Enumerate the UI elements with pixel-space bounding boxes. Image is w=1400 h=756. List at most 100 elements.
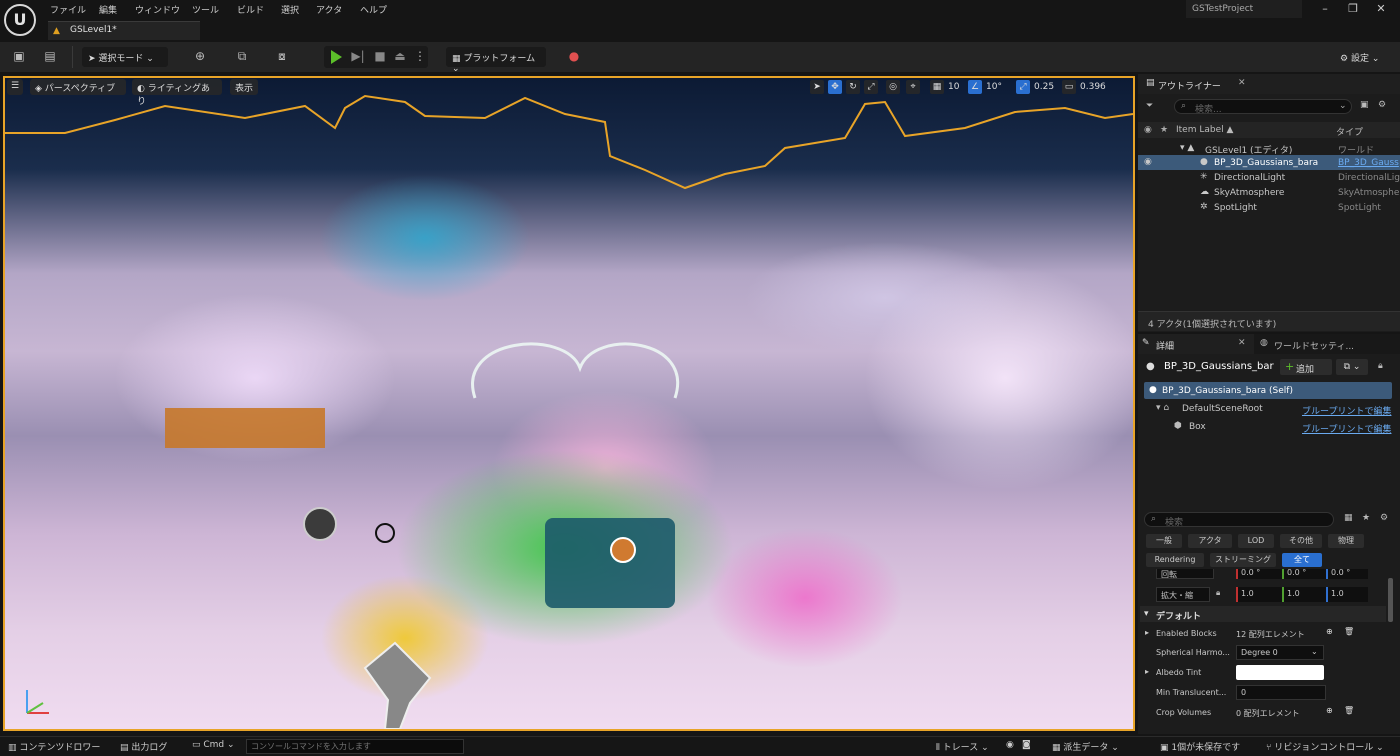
outliner-row-level[interactable]: ▾ ▲ GSLevel1 (エディタ) ワールド <box>1138 140 1400 156</box>
derived-data-dropdown[interactable]: ▦ 派生データ ⌄ <box>1052 740 1119 754</box>
skip-icon[interactable]: ▶| <box>348 49 368 65</box>
details-scrollbar[interactable] <box>1388 578 1393 622</box>
eject-icon[interactable]: ⏏ <box>390 49 410 65</box>
rotation-x[interactable]: 0.0 ° <box>1236 569 1282 579</box>
details-search-box[interactable]: ⌕ 検索 <box>1144 512 1334 528</box>
outliner-row[interactable]: ✳ DirectionalLight DirectionalLig <box>1138 170 1400 185</box>
scale-z[interactable]: 1.0 <box>1326 587 1368 602</box>
select-mode-dropdown[interactable]: ➤ 選択モード ⌄ <box>82 47 168 67</box>
outliner-close-icon[interactable]: ✕ <box>1238 78 1246 88</box>
minimize-icon[interactable]: – <box>1310 2 1340 18</box>
level-tab[interactable]: ▲ GSLevel1* <box>48 21 200 40</box>
filter-all[interactable]: 全て <box>1282 553 1322 567</box>
content-browser-icon[interactable]: ▤ <box>40 49 60 65</box>
add-actor-icon[interactable]: ⊕ <box>190 49 210 65</box>
menu-edit[interactable]: 編集 <box>99 3 117 16</box>
maximize-icon[interactable]: ❐ <box>1338 2 1368 18</box>
details-settings-icon[interactable]: ⚙ <box>1380 513 1388 523</box>
rotation-snap-icon[interactable]: ∠ <box>968 80 982 94</box>
expand-arrow-icon[interactable]: ▸ <box>1145 667 1149 676</box>
expand-arrow-icon[interactable]: ▸ <box>1145 628 1149 637</box>
move-tool-icon[interactable]: ✥ <box>828 80 842 94</box>
settings-button[interactable]: ⚙ 設定 ⌄ <box>1334 47 1394 67</box>
record-toggle-icon[interactable]: ● <box>564 49 584 65</box>
rotation-y[interactable]: 0.0 ° <box>1282 569 1326 579</box>
play-options-icon[interactable]: ⋮ <box>410 49 430 65</box>
visibility-header-icon[interactable]: ◉ <box>1144 125 1152 135</box>
details-tab[interactable]: 詳細 <box>1156 339 1174 352</box>
type-column[interactable]: タイプ <box>1336 125 1363 138</box>
surface-snap-icon[interactable]: ⌖ <box>906 80 920 94</box>
camera-speed-icon[interactable]: ▭ <box>1062 80 1076 94</box>
unreal-logo-icon[interactable]: U <box>4 4 36 36</box>
screenshot-icon[interactable]: ◙ <box>1022 740 1031 754</box>
play-icon[interactable] <box>331 50 342 64</box>
min-translucency-input[interactable]: 0 <box>1236 685 1326 700</box>
scale-lock-icon[interactable]: 🔒︎ <box>1216 588 1220 598</box>
trash-icon[interactable]: 🗑︎ <box>1344 627 1354 636</box>
unsaved-button[interactable]: ▣ 1個が未保存です <box>1160 740 1240 754</box>
filter-icon[interactable]: ⏷ <box>1146 101 1153 111</box>
scale-x[interactable]: 1.0 <box>1236 587 1282 602</box>
outliner-row[interactable]: ✲ SpotLight SpotLight <box>1138 200 1400 215</box>
edit-in-blueprint-link[interactable]: ブループリントで編集 <box>1302 404 1391 417</box>
edit-in-blueprint-link[interactable]: ブループリントで編集 <box>1302 422 1391 435</box>
cmd-dropdown[interactable]: ▭ Cmd ⌄ <box>192 740 235 754</box>
output-log-button[interactable]: ▤ 出力ログ <box>120 740 167 754</box>
scale-y[interactable]: 1.0 <box>1282 587 1326 602</box>
save-icon[interactable]: ▣ <box>9 49 29 65</box>
outliner-title[interactable]: アウトライナー <box>1158 79 1221 92</box>
level-viewport[interactable] <box>3 76 1135 731</box>
outliner-row[interactable]: ☁ SkyAtmosphere SkyAtmosphe <box>1138 185 1400 200</box>
filter-physics[interactable]: 物理 <box>1328 534 1364 548</box>
component-row[interactable]: ▾ ⌂ DefaultSceneRoot ブループリントで編集 <box>1144 401 1392 417</box>
favorites-icon[interactable]: ★ <box>1362 513 1370 523</box>
world-space-icon[interactable]: ◎ <box>886 80 900 94</box>
record-icon[interactable]: ◉ <box>1006 740 1014 754</box>
blueprint-options-button[interactable]: ⧉ ⌄ <box>1336 359 1368 375</box>
outliner-row-type[interactable]: BP_3D_Gauss <box>1338 158 1399 168</box>
filter-other[interactable]: その他 <box>1280 534 1322 548</box>
menu-help[interactable]: ヘルプ <box>360 3 387 16</box>
grid-size-value[interactable]: 10 <box>948 80 959 94</box>
scale-snap-icon[interactable]: ⤢ <box>1016 80 1030 94</box>
new-folder-icon[interactable]: ▣ <box>1360 100 1369 110</box>
stop-icon[interactable]: ■ <box>370 49 390 65</box>
cinematics-icon[interactable]: ⧇ <box>272 49 292 65</box>
add-element-icon[interactable]: ⊕ <box>1326 627 1333 636</box>
camera-speed-value[interactable]: 0.396 <box>1080 80 1106 94</box>
item-label-column[interactable]: Item Label ▲ <box>1176 125 1233 135</box>
add-component-button[interactable]: + 追加 <box>1280 359 1332 375</box>
menu-actor[interactable]: アクタ <box>316 3 342 16</box>
lock-icon[interactable]: 🔒︎ <box>1378 361 1383 371</box>
filter-actor[interactable]: アクタ <box>1188 534 1232 548</box>
rotation-snap-value[interactable]: 10° <box>986 80 1002 94</box>
menu-file[interactable]: ファイル <box>50 3 86 16</box>
revision-control-dropdown[interactable]: ⑂ リビジョンコントロール ⌄ <box>1266 740 1384 754</box>
filter-streaming[interactable]: ストリーミング <box>1210 553 1276 567</box>
filter-rendering[interactable]: Rendering <box>1146 553 1204 567</box>
content-drawer-button[interactable]: ▥ コンテンツドロワー <box>8 740 100 754</box>
details-close-icon[interactable]: ✕ <box>1238 338 1246 348</box>
console-input[interactable] <box>246 739 464 754</box>
menu-window[interactable]: ウィンドウ <box>135 3 180 16</box>
visibility-eye-icon[interactable]: ◉ <box>1144 157 1152 167</box>
close-window-icon[interactable]: ✕ <box>1366 2 1396 18</box>
menu-tools[interactable]: ツール <box>192 3 219 16</box>
sh-degree-dropdown[interactable]: Degree 0 ⌄ <box>1236 645 1324 660</box>
filter-lod[interactable]: LOD <box>1238 534 1274 548</box>
lighting-dropdown[interactable]: ◐ ライティングあり <box>132 79 222 107</box>
default-section-header[interactable]: ▾ デフォルト <box>1140 606 1386 622</box>
viewport-menu-icon[interactable]: ☰ <box>7 79 23 95</box>
rotation-z[interactable]: 0.0 ° <box>1326 569 1368 579</box>
filter-general[interactable]: 一般 <box>1146 534 1182 548</box>
albedo-color-swatch[interactable] <box>1236 665 1324 680</box>
scale-tool-icon[interactable]: ⤢ <box>864 80 878 94</box>
grid-snap-icon[interactable]: ▦ <box>930 80 944 94</box>
world-settings-tab[interactable]: ◍ ワールドセッティ... <box>1254 334 1400 354</box>
menu-select[interactable]: 選択 <box>281 3 299 16</box>
menu-build[interactable]: ビルド <box>237 3 264 16</box>
select-tool-icon[interactable]: ➤ <box>810 80 824 94</box>
actor-name[interactable]: BP_3D_Gaussians_bar <box>1164 361 1274 372</box>
trace-dropdown[interactable]: ⫴ トレース ⌄ <box>936 740 989 754</box>
